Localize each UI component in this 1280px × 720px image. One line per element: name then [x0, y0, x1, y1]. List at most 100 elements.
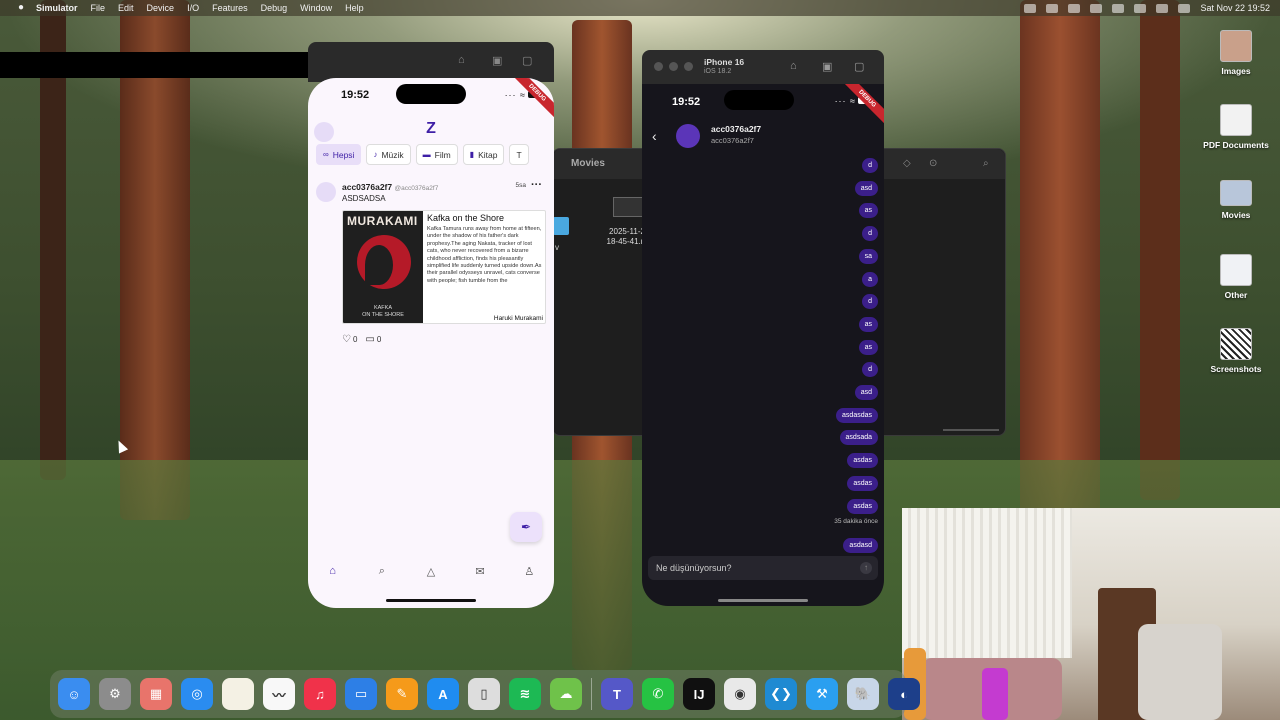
message-bubble[interactable]: asd: [854, 180, 878, 196]
tag-icon[interactable]: ◇: [903, 158, 915, 170]
menu-device[interactable]: Device: [147, 3, 175, 13]
book-card[interactable]: MURAKAMI KAFKA ON THE SHORE Kafka on the…: [342, 210, 546, 324]
message-bubble[interactable]: as: [858, 203, 878, 219]
desktop-icon-movies[interactable]: Movies: [1196, 180, 1276, 220]
status-icon[interactable]: [1024, 3, 1037, 13]
whatsapp-icon[interactable]: ✆: [642, 678, 674, 710]
message-bubble[interactable]: asdas: [847, 498, 878, 514]
menu-features[interactable]: Features: [212, 3, 248, 13]
menu-app-name[interactable]: Simulator: [36, 3, 78, 13]
android-studio-icon[interactable]: ☁: [550, 678, 582, 710]
notes-icon[interactable]: [222, 678, 254, 710]
rotate-icon[interactable]: ▢: [854, 60, 864, 73]
chip-more[interactable]: T: [509, 144, 529, 165]
teams-icon[interactable]: T: [601, 678, 633, 710]
chrome-icon[interactable]: ◉: [724, 678, 756, 710]
menu-file[interactable]: File: [91, 3, 106, 13]
chip-book[interactable]: ▮ Kitap: [462, 144, 505, 165]
chip-music[interactable]: ♪ Müzik: [366, 144, 411, 165]
freeform-icon[interactable]: 〰: [263, 678, 295, 710]
menu-io[interactable]: I/O: [187, 3, 199, 13]
message-input[interactable]: [656, 560, 846, 576]
chip-all[interactable]: ∞ Hepsi: [316, 144, 362, 165]
message-bubble[interactable]: d: [862, 226, 878, 242]
menu-edit[interactable]: Edit: [118, 3, 134, 13]
zoom-button[interactable]: [684, 62, 693, 71]
menu-window[interactable]: Window: [300, 3, 332, 13]
search-icon[interactable]: ⌕: [370, 565, 394, 578]
folder-icon[interactable]: [553, 217, 569, 235]
message-bubble[interactable]: asdas: [847, 453, 878, 469]
more-options-icon[interactable]: ⊙: [929, 158, 941, 170]
compose-button[interactable]: ✒: [510, 512, 542, 542]
postgres-icon[interactable]: 🐘: [847, 678, 879, 710]
bluetooth-icon[interactable]: [1090, 3, 1103, 13]
message-bubble[interactable]: asdsada: [839, 430, 878, 446]
message-bubble[interactable]: as: [858, 316, 878, 332]
minimize-button[interactable]: [669, 62, 678, 71]
pages-icon[interactable]: ✎: [386, 678, 418, 710]
video-file-icon[interactable]: [613, 197, 643, 217]
menu-debug[interactable]: Debug: [261, 3, 288, 13]
like-button[interactable]: ♡ 0: [342, 334, 357, 345]
icon-size-slider[interactable]: [943, 429, 999, 431]
comment-button[interactable]: ▭ 0: [365, 334, 381, 345]
bell-icon[interactable]: △: [419, 565, 443, 578]
menu-clock[interactable]: Sat Nov 22 19:52: [1200, 3, 1270, 13]
back-chevron-icon[interactable]: ‹: [652, 128, 657, 144]
screen-record-icon[interactable]: [1068, 3, 1081, 13]
message-bubble[interactable]: asdas: [847, 475, 878, 491]
message-bubble[interactable]: asd: [854, 385, 878, 400]
system-settings-icon[interactable]: ⚙: [99, 678, 131, 710]
home-button-icon[interactable]: ⌂: [790, 60, 797, 72]
message-bubble[interactable]: d: [862, 294, 878, 310]
intellij-icon[interactable]: IJ: [683, 678, 715, 710]
message-bubble[interactable]: d: [862, 158, 878, 173]
close-button[interactable]: [654, 62, 663, 71]
message-bubble[interactable]: asdasd: [843, 538, 878, 553]
message-bubble[interactable]: as: [858, 339, 878, 355]
home-button-icon[interactable]: ⌂: [458, 54, 465, 66]
search-icon[interactable]: ⌕: [983, 158, 995, 170]
avatar[interactable]: [676, 124, 700, 148]
spotify-icon[interactable]: ≋: [509, 678, 541, 710]
xcode-icon[interactable]: ⚒: [806, 678, 838, 710]
desktop-icon-screenshots[interactable]: Screenshots: [1196, 328, 1276, 374]
mail-icon[interactable]: ✉: [468, 565, 492, 578]
app-header: Z: [308, 114, 554, 146]
desktop-icon-other[interactable]: Other: [1196, 254, 1276, 300]
desktop-icon-pdf-documents[interactable]: PDF Documents: [1196, 104, 1276, 150]
post-username[interactable]: acc0376a2f7: [342, 182, 392, 192]
send-arrow-icon[interactable]: ↑: [860, 562, 872, 574]
vscode-icon[interactable]: ❮❯: [765, 678, 797, 710]
more-icon[interactable]: ···: [531, 179, 542, 191]
apple-icon[interactable]: ●: [18, 3, 28, 13]
screenshot-icon[interactable]: ▣: [822, 60, 832, 73]
message-bubble[interactable]: sa: [858, 248, 878, 264]
finder-icon[interactable]: ☺: [58, 678, 90, 710]
avatar[interactable]: [316, 182, 336, 202]
profile-icon[interactable]: ♙: [517, 565, 541, 578]
home-icon[interactable]: ⌂: [321, 565, 345, 577]
desktop-icon-images[interactable]: Images: [1196, 30, 1276, 76]
safari-icon[interactable]: ◎: [181, 678, 213, 710]
message-bubble[interactable]: d: [862, 362, 878, 378]
status-icon[interactable]: [1046, 3, 1059, 13]
wifi-icon[interactable]: [1134, 3, 1147, 13]
screenshot-icon[interactable]: ▣: [492, 54, 502, 67]
dock-extra-icon[interactable]: ◐: [888, 678, 920, 710]
menu-help[interactable]: Help: [345, 3, 364, 13]
simulator-icon[interactable]: ▯: [468, 678, 500, 710]
app-store-icon[interactable]: A: [427, 678, 459, 710]
search-icon[interactable]: [1156, 3, 1169, 13]
music-icon[interactable]: ♫: [304, 678, 336, 710]
battery-icon[interactable]: [1112, 3, 1125, 13]
message-bubble[interactable]: a: [862, 271, 878, 287]
control-center-icon[interactable]: [1178, 3, 1191, 13]
message-bubble[interactable]: asdasdas: [836, 407, 878, 423]
keynote-icon[interactable]: ▭: [345, 678, 377, 710]
rotate-icon[interactable]: ▢: [522, 54, 532, 67]
chip-label: Hepsi: [332, 149, 355, 160]
chip-film[interactable]: ▬ Film: [415, 144, 458, 165]
launchpad-icon[interactable]: ▦: [140, 678, 172, 710]
